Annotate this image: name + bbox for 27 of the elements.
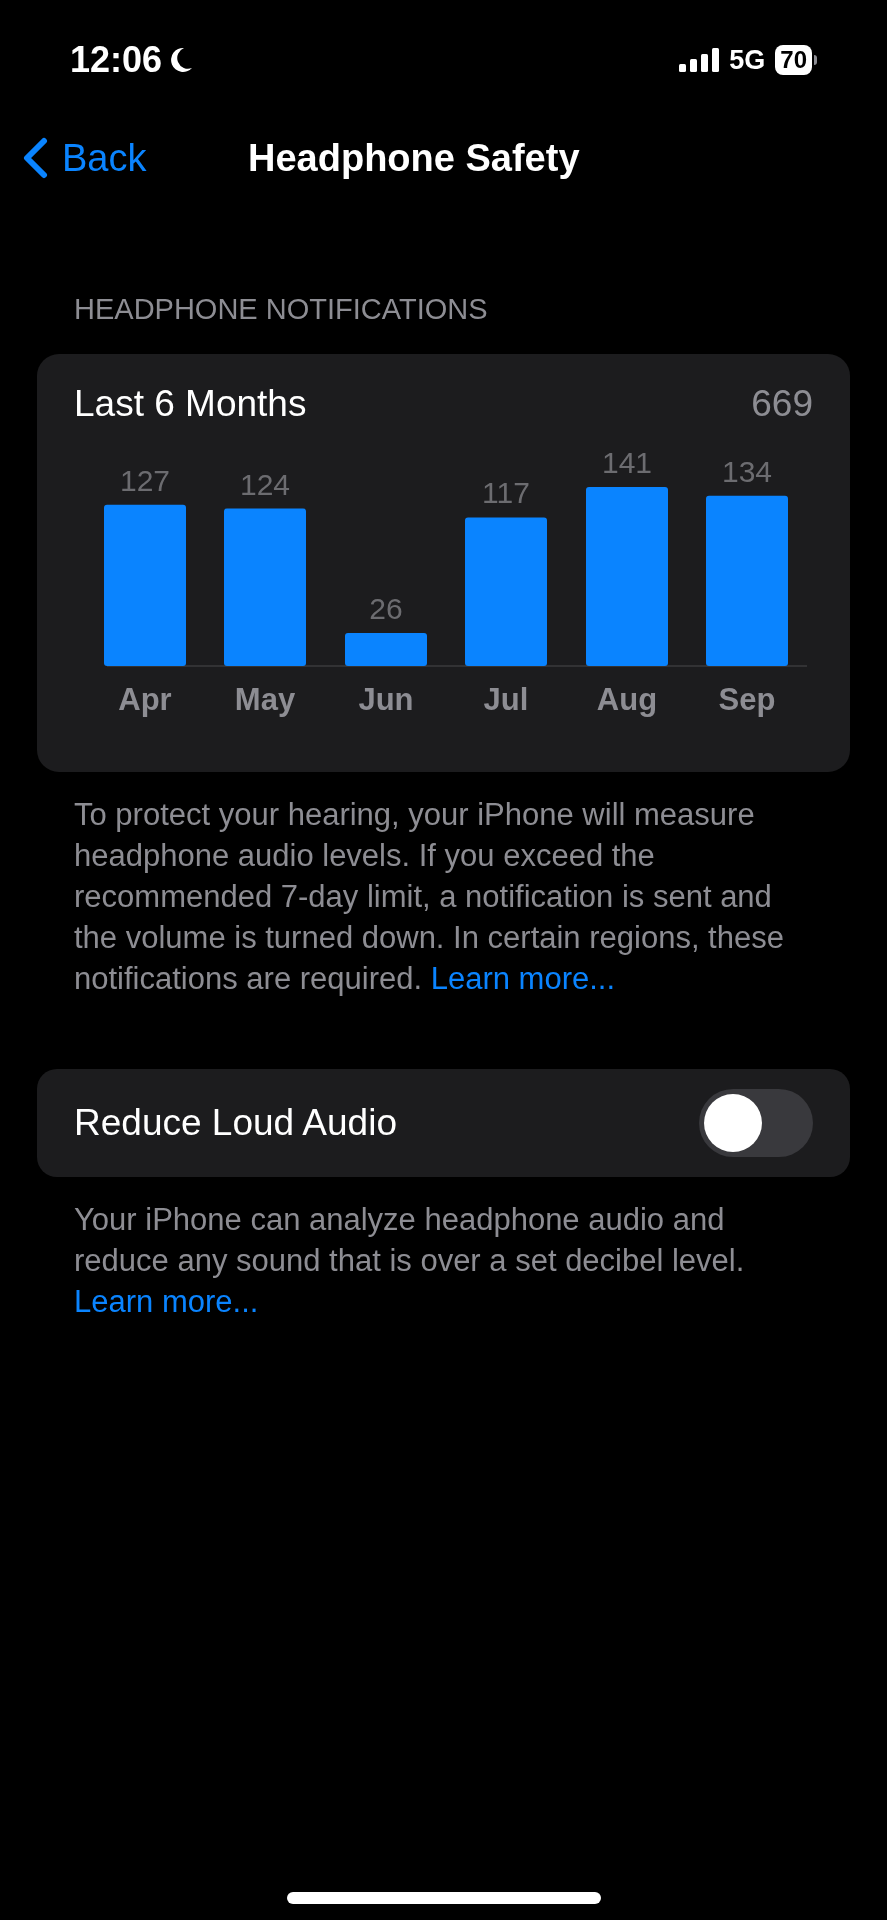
battery-indicator: 70 [775, 45, 812, 75]
month-label: Jul [483, 682, 529, 717]
bar-value: 141 [601, 445, 653, 479]
footer-text: Your iPhone can analyze headphone audio and reduce any sound that is over a set decibel level. Learn more... [73, 1200, 746, 1321]
month-label: Jun [358, 682, 414, 717]
back-button[interactable]: Back [0, 129, 147, 187]
network-label: 5G [729, 43, 766, 77]
bar-value: 124 [239, 467, 291, 501]
bar-value: 117 [482, 476, 530, 510]
bar-value: 26 [369, 592, 403, 625]
status-time: 12:06 [70, 38, 163, 82]
section-header: HEADPHONE NOTIFICATIONS [73, 292, 489, 327]
month-label: May [234, 682, 296, 717]
page-title: Headphone Safety [248, 135, 580, 181]
period-label: Last 6 Months [74, 381, 307, 426]
total-count: 669 [751, 381, 813, 426]
learn-more-link[interactable]: Learn more... [74, 1283, 259, 1319]
footer-text: To protect your hearing, your iPhone will measure headphone audio levels. If you exceed the recommended 7-day limit, a notification is sent and the volume is turned down. In certain regions, these notifications are required. Learn more... [73, 795, 785, 998]
setting-label: Reduce Loud Audio [74, 1100, 397, 1145]
learn-more-link[interactable]: Learn more... [430, 960, 616, 996]
chevron-left-icon [22, 137, 48, 179]
month-label: Aug [596, 682, 658, 717]
month-label: Sep [718, 682, 776, 717]
bar-value: 134 [721, 454, 773, 488]
bar-value: 127 [119, 463, 171, 497]
month-label: Apr [118, 682, 172, 717]
signal-icon [679, 48, 720, 72]
